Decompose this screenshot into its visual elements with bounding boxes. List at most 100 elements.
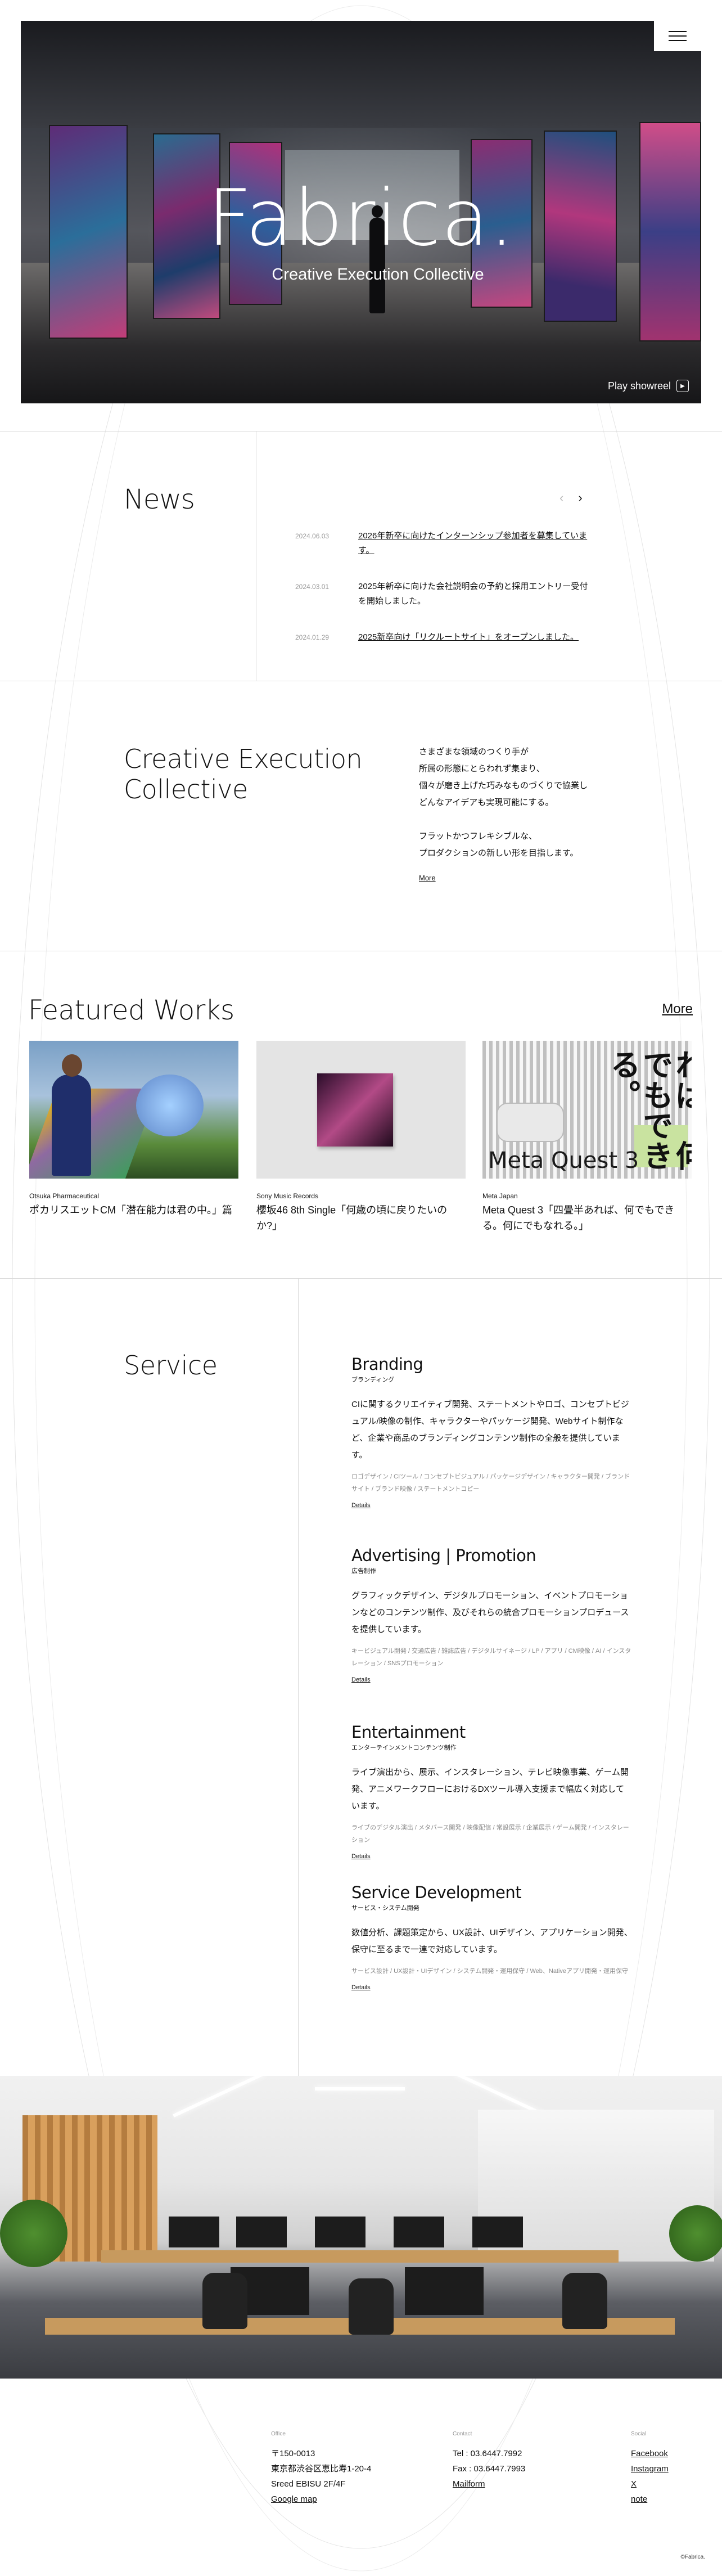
hero-ceiling xyxy=(21,21,701,128)
monitor xyxy=(405,2267,484,2315)
creative-line: どんなアイデアも実現可能にする。 xyxy=(419,798,554,807)
chevron-right-icon[interactable]: › xyxy=(578,491,582,505)
hero-title: Fabrica. xyxy=(207,173,515,263)
desk xyxy=(101,2250,619,2263)
work-client: Otsuka Pharmaceutical xyxy=(29,1192,100,1200)
footer-office: Office 〒150-0013 東京都渋谷区恵比寿1-20-4 Sreed E… xyxy=(271,2430,371,2507)
office-chair xyxy=(349,2278,394,2335)
news-list: 2024.06.03 2026年新卒に向けたインターンシップ参加者を募集していま… xyxy=(295,529,593,666)
hamburger-menu-icon xyxy=(669,35,687,37)
creative-more-link[interactable]: More xyxy=(419,874,436,882)
thumb-headset xyxy=(497,1103,564,1142)
creative-heading-line: Creative Execution xyxy=(124,744,363,774)
service-advertising: Advertising | Promotion 広告制作 グラフィックデザイン、… xyxy=(351,1546,633,1684)
service-description: グラフィックデザイン、デジタルプロモーション、イベントプロモーションなどのコンテ… xyxy=(351,1591,629,1634)
creative-line: 所属の形態にとらわれず集まり、 xyxy=(419,764,545,774)
thumb-person xyxy=(52,1054,91,1176)
footer-label: Contact xyxy=(453,2431,472,2437)
hero-section: Fabrica. Creative Execution Collective P… xyxy=(21,21,701,403)
service-details-link[interactable]: Details xyxy=(351,1502,371,1509)
work-card[interactable]: Sony Music Records 櫻坂46 8th Single「何歳の頃に… xyxy=(256,1041,466,1234)
news-pager: ‹ › xyxy=(559,491,583,505)
service-details-link[interactable]: Details xyxy=(351,1984,371,1991)
monitor xyxy=(236,2217,287,2247)
note-link[interactable]: note xyxy=(631,2492,669,2507)
service-description: 数値分析、課題策定から、UX設計、UIデザイン、アプリケーション開発、保守に至る… xyxy=(351,1928,633,1954)
creative-heading: Creative Execution Collective xyxy=(124,744,363,804)
footer-fax: Fax : 03.6447.7993 xyxy=(453,2464,526,2474)
chevron-left-icon[interactable]: ‹ xyxy=(559,491,563,505)
mailform-link[interactable]: Mailform xyxy=(453,2476,525,2492)
monitor xyxy=(472,2217,523,2247)
news-link[interactable]: 2025新卒向け「リクルートサイト」をオープンしました。 xyxy=(358,630,593,645)
menu-button[interactable] xyxy=(654,21,701,51)
service-name: Advertising | Promotion xyxy=(351,1546,536,1565)
work-thumbnail[interactable] xyxy=(29,1041,238,1179)
footer-address: 東京都渋谷区恵比寿1-20-4 xyxy=(271,2464,372,2474)
service-description: CIに関するクリエイティブ開発、ステートメントやロゴ、コンセプトビジュアル/映像… xyxy=(351,1400,629,1460)
work-title[interactable]: Meta Quest 3「四畳半あれば、何でもできる。何にでもなれる。」 xyxy=(482,1202,692,1234)
work-thumbnail[interactable] xyxy=(256,1041,466,1179)
work-title[interactable]: ポカリスエットCM「潜在能力は君の中。」篇 xyxy=(29,1202,238,1218)
news-heading: News xyxy=(124,484,195,515)
service-entertainment: Entertainment エンターテインメントコンテンツ制作 ライブ演出から、… xyxy=(351,1723,633,1861)
creative-line: プロダクションの新しい形を目指します。 xyxy=(419,848,579,858)
work-client: Sony Music Records xyxy=(256,1192,319,1200)
hamburger-menu-icon xyxy=(669,40,687,41)
work-card[interactable]: 四畳半あれば、何でもできる。 Meta Quest 3 Meta Japan M… xyxy=(482,1041,692,1234)
service-tags: キービジュアル開発 / 交通広告 / 雑誌広告 / デジタルサイネージ / LP… xyxy=(351,1648,631,1667)
play-showreel-label: Play showreel xyxy=(607,380,671,392)
monitor xyxy=(394,2217,444,2247)
service-name: Entertainment xyxy=(351,1723,466,1742)
creative-body: さまざまな領域のつくり手が 所属の形態にとらわれず集まり、 個々が磨き上げた巧み… xyxy=(419,744,621,879)
ceiling-light xyxy=(173,2076,266,2118)
work-client: Meta Japan xyxy=(482,1192,518,1200)
footer-social: Social Facebook Instagram X note xyxy=(631,2430,669,2507)
office-photo xyxy=(0,2076,722,2379)
office-chair xyxy=(562,2273,607,2329)
service-name-jp: エンターテインメントコンテンツ制作 xyxy=(351,1745,457,1751)
plant xyxy=(669,2205,722,2262)
thumb-character xyxy=(136,1075,204,1136)
service-divider xyxy=(298,1278,299,2076)
news-item[interactable]: 2024.06.03 2026年新卒に向けたインターンシップ参加者を募集していま… xyxy=(295,529,593,558)
news-date: 2024.03.01 xyxy=(295,583,330,591)
service-description: ライブ演出から、展示、インスタレーション、テレビ映像事業、ゲーム開発、アニメワー… xyxy=(351,1768,629,1811)
copyright: ©Fabrica. xyxy=(680,2554,706,2560)
creative-line: フラットかつフレキシブルな、 xyxy=(419,831,538,841)
creative-line: 個々が磨き上げた巧みなものづくりで協業し xyxy=(419,781,588,790)
instagram-link[interactable]: Instagram xyxy=(631,2461,669,2476)
work-title[interactable]: 櫻坂46 8th Single「何歳の頃に戻りたいのか?」 xyxy=(256,1202,466,1234)
service-tags: ライブのデジタル演出 / メタバース開発 / 映像配信 / 常設展示 / 企業展… xyxy=(351,1824,629,1844)
work-thumbnail[interactable]: 四畳半あれば、何でもできる。 Meta Quest 3 xyxy=(482,1041,692,1179)
service-name-jp: 広告制作 xyxy=(351,1568,376,1575)
news-item[interactable]: 2024.03.01 2025年新卒に向けた会社説明会の予約と採用エントリー受付… xyxy=(295,579,593,609)
hamburger-menu-icon xyxy=(669,31,687,32)
service-name-jp: ブランディング xyxy=(351,1377,395,1383)
x-link[interactable]: X xyxy=(631,2476,669,2492)
service-tags: ロゴデザイン / CIツール / コンセプトビジュアル / パッケージデザイン … xyxy=(351,1473,630,1492)
news-link[interactable]: 2025年新卒に向けた会社説明会の予約と採用エントリー受付を開始しました。 xyxy=(358,579,593,609)
creative-line: さまざまな領域のつくり手が xyxy=(419,747,529,757)
creative-paragraph: さまざまな領域のつくり手が 所属の形態にとらわれず集まり、 個々が磨き上げた巧み… xyxy=(419,744,621,811)
service-development: Service Development サービス・システム開発 数値分析、課題策… xyxy=(351,1883,633,1992)
news-date: 2024.01.29 xyxy=(295,633,330,641)
service-name: Branding xyxy=(351,1355,423,1374)
play-showreel-button[interactable]: Play showreel ▶ xyxy=(608,380,689,392)
play-icon: ▶ xyxy=(676,380,689,392)
service-name: Service Development xyxy=(351,1883,522,1902)
facebook-link[interactable]: Facebook xyxy=(631,2446,669,2461)
section-divider xyxy=(0,1278,722,1279)
service-details-link[interactable]: Details xyxy=(351,1853,371,1860)
footer-contact: Contact Tel : 03.6447.7992 Fax : 03.6447… xyxy=(453,2430,525,2492)
footer-zip: 〒150-0013 xyxy=(271,2449,315,2458)
news-item[interactable]: 2024.01.29 2025新卒向け「リクルートサイト」をオープンしました。 xyxy=(295,630,593,645)
news-link[interactable]: 2026年新卒に向けたインターンシップ参加者を募集しています。 xyxy=(358,529,593,558)
thumb-cd-cover xyxy=(317,1073,393,1147)
service-details-link[interactable]: Details xyxy=(351,1676,371,1683)
google-map-link[interactable]: Google map xyxy=(271,2492,371,2507)
monitor xyxy=(169,2217,219,2247)
work-card[interactable]: Otsuka Pharmaceutical ポカリスエットCM「潜在能力は君の中… xyxy=(29,1041,238,1218)
thumb-logo: Meta Quest 3 xyxy=(488,1148,639,1174)
featured-more-link[interactable]: More xyxy=(662,1001,693,1017)
